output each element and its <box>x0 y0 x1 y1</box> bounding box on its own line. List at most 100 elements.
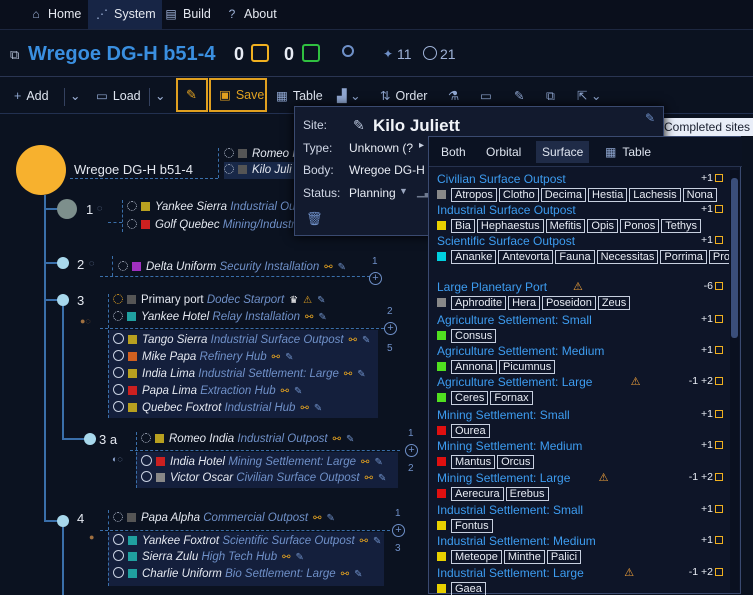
help-icon: ? <box>228 7 236 21</box>
tab-surface[interactable]: Surface <box>536 141 590 163</box>
globe-icon <box>423 46 437 60</box>
b3-surface-0[interactable]: Tango Sierra Industrial Surface Outpost ⚯… <box>113 332 370 349</box>
tab-both[interactable]: Both <box>435 141 472 163</box>
connector <box>108 330 109 418</box>
add-site-button[interactable]: + <box>392 524 405 537</box>
b4-surface-1[interactable]: Sierra Zulu High Tech Hub ⚯ ✎ <box>113 549 304 566</box>
planned-icon <box>113 512 123 522</box>
search-icon[interactable] <box>342 45 354 57</box>
pin-icon: ✎ <box>337 262 347 273</box>
site-name: Romeo I <box>252 148 296 160</box>
root-site-1[interactable]: Kilo Juli <box>224 162 298 179</box>
site-type-option[interactable]: Mining Settlement: Small +1 Ourea <box>437 408 723 438</box>
load-button[interactable]: ▭ Load <box>96 80 141 113</box>
body-select[interactable]: Wregoe DG-H E <box>349 163 429 177</box>
b1-site-1[interactable]: Golf Quebec Mining/Industr <box>127 217 295 234</box>
body-name: Lachesis <box>629 188 681 202</box>
b4-orbital-0[interactable]: Papa Alpha Commercial Outpost ⚯ ✎ <box>113 510 335 527</box>
edit-name-icon[interactable]: ✎ <box>353 117 365 134</box>
nav-home[interactable]: ⌂ Home <box>28 0 81 29</box>
economy-swatch <box>128 335 137 344</box>
site-type-option[interactable]: Industrial Settlement: Small +1 Fontus <box>437 503 723 533</box>
status-label: Status: <box>303 186 341 200</box>
link-icon: ⚯ <box>364 473 374 484</box>
add-site-button[interactable]: + <box>405 444 418 457</box>
load-dropdown[interactable]: ⌄ <box>155 80 165 113</box>
site-type-option[interactable]: Mining Settlement: Large ⚠ -1 +2 Aerecura Er… <box>437 471 723 501</box>
site-type-score: +1 <box>701 313 713 325</box>
site-type-option[interactable]: Large Planetary Port ⚠ -6 Aphrodite Hera Pose… <box>437 280 723 310</box>
moon-icon[interactable] <box>84 433 96 445</box>
add-button[interactable]: + Add <box>14 80 49 113</box>
b3-surface-2[interactable]: India Lima Industrial Settlement: Large ⚯… <box>113 366 366 383</box>
planet-icon[interactable] <box>57 257 69 269</box>
b3a-orbital-0[interactable]: Romeo India Industrial Outpost ⚯ ✎ <box>141 431 354 448</box>
b3-orbital-1[interactable]: Yankee Hotel Relay Installation ⚯ ✎ <box>113 309 327 326</box>
site-name-value[interactable]: Kilo Juliett <box>373 116 460 136</box>
b3-surface-3[interactable]: Papa Lima Extraction Hub ⚯ ✎ <box>113 383 302 400</box>
b3-surface-4[interactable]: Quebec Foxtrot Industrial Hub ⚯ ✎ <box>113 400 322 417</box>
site-name: Victor Oscar <box>170 472 234 484</box>
site-type-option[interactable]: Mining Settlement: Medium +1 Mantus Orcus <box>437 439 723 469</box>
site-type-option[interactable]: Industrial Settlement: Large ⚠ -1 +2 Gaea <box>437 566 723 595</box>
nav-about[interactable]: ? About <box>224 0 277 29</box>
link-icon: ⚯ <box>304 312 314 323</box>
cube-icon <box>715 536 723 544</box>
status-select[interactable]: Planning <box>349 186 396 200</box>
tab-table[interactable]: ▦ Table <box>599 141 657 163</box>
cube-icon <box>715 315 723 323</box>
body-name: Zeus <box>597 296 631 310</box>
copy-icon[interactable]: ⧉ <box>10 47 19 63</box>
site-type-option[interactable]: Agriculture Settlement: Large ⚠ -1 +2 Ceres… <box>437 375 723 405</box>
scrollbar-thumb[interactable] <box>731 178 738 338</box>
b1-site-0[interactable]: Yankee Sierra Industrial Outp <box>127 199 305 216</box>
economy-swatch <box>238 165 247 174</box>
site-type: Scientific Surface Outpost <box>222 535 355 547</box>
economy-swatch <box>437 190 446 199</box>
star-icon[interactable] <box>16 145 66 195</box>
site-type-option[interactable]: Civilian Surface Outpost +1 Atropos Clotho D… <box>437 172 723 202</box>
site-type-option[interactable]: Agriculture Settlement: Small +1 Consus <box>437 313 723 343</box>
body-name: Ourea <box>451 424 490 438</box>
b3-orbital-0[interactable]: Primary port Dodec Starport ♛ ⚠ ✎ <box>113 292 326 309</box>
b3-surface-1[interactable]: Mike Papa Refinery Hub ⚯ ✎ <box>113 349 293 366</box>
notification-banner: Completed sites c <box>662 118 753 136</box>
nav-build[interactable]: ▤ Build <box>163 0 210 29</box>
body-name: Palici <box>546 550 582 564</box>
stat-two: 21 <box>440 46 456 62</box>
planned-icon <box>224 148 234 158</box>
b2-site-0[interactable]: Delta Uniform Security Installation ⚯ ✎ <box>118 259 346 276</box>
b3a-surface-0[interactable]: India Hotel Mining Settlement: Large ⚯ ✎ <box>141 454 383 471</box>
site-type-option[interactable]: Industrial Settlement: Medium +1 Meteope Mi… <box>437 534 723 564</box>
add-site-button[interactable]: + <box>369 272 382 285</box>
tab-orbital[interactable]: Orbital <box>480 141 527 163</box>
planet-icon[interactable] <box>57 515 69 527</box>
pin-icon[interactable]: ✎ <box>645 111 655 125</box>
planet-icon[interactable] <box>57 294 69 306</box>
body-list: Atropos Clotho Decima Hestia Lachesis Nona <box>437 188 719 202</box>
planet-icon[interactable] <box>57 199 77 219</box>
site-type-option[interactable]: Scientific Surface Outpost +1 Ananke Antevo… <box>437 234 729 264</box>
body-name: Bia <box>451 219 475 233</box>
body-label: 3 a <box>99 432 118 447</box>
edit-button[interactable]: ✎ <box>176 78 208 112</box>
add-site-button[interactable]: + <box>384 322 397 335</box>
stat-one: 11 <box>397 46 412 62</box>
planned-icon <box>113 311 123 321</box>
b4-surface-0[interactable]: Yankee Foxtrot Scientific Surface Outpos… <box>113 533 381 550</box>
plus-icon: + <box>14 89 22 103</box>
save-button[interactable]: ▣ Save <box>209 78 267 112</box>
root-site-0[interactable]: Romeo I <box>224 146 295 163</box>
site-type-option[interactable]: Industrial Surface Outpost +1 Bia Hephaestu… <box>437 203 723 233</box>
nav-system[interactable]: ⋰ System <box>88 0 162 29</box>
site-type-option[interactable]: Agriculture Settlement: Medium +1 Annona Pi… <box>437 344 723 374</box>
type-select[interactable]: Unknown (? <box>349 141 413 155</box>
site-type: Commercial Outpost <box>203 512 309 524</box>
trash-icon[interactable]: 🗑 <box>306 211 323 227</box>
add-dropdown[interactable]: ⌄ <box>70 80 80 113</box>
b3a-surface-1[interactable]: Victor Oscar Civilian Surface Outpost ⚯ ✎ <box>141 470 386 487</box>
b4-surface-2[interactable]: Charlie Uniform Bio Settlement: Large ⚯ ✎ <box>113 566 362 583</box>
body-label: 2 <box>77 257 85 272</box>
link-icon: ⚯ <box>348 335 357 346</box>
connector <box>108 510 109 530</box>
